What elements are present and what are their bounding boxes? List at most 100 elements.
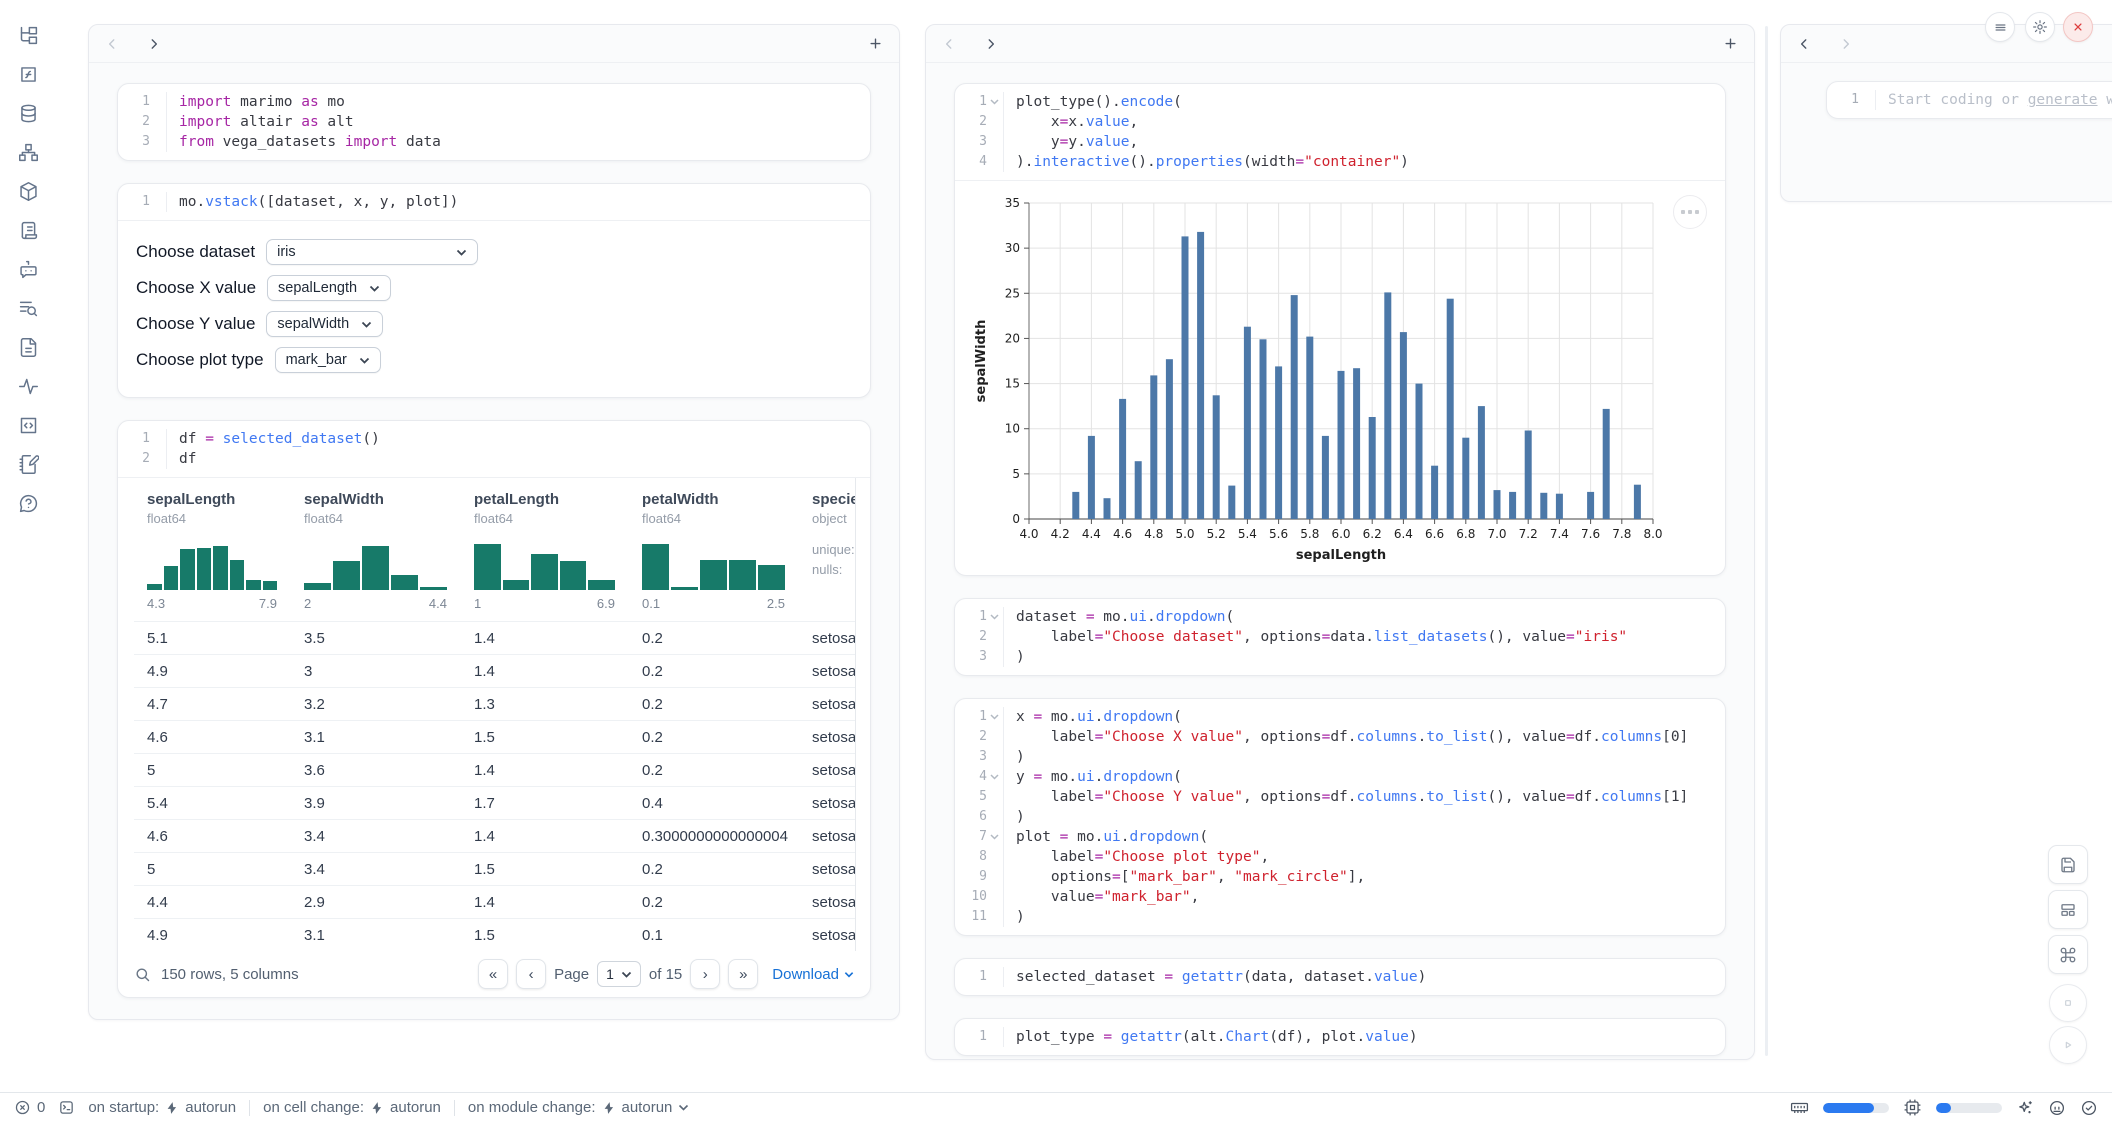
- dataframe-output: sepalLengthfloat644.37.9sepalWidthfloat6…: [118, 477, 870, 997]
- table-cell: 1.4: [461, 894, 629, 911]
- terminal-icon[interactable]: [58, 1099, 75, 1116]
- ai-chat-icon[interactable]: [15, 256, 41, 282]
- next-page-button[interactable]: ›: [690, 959, 720, 989]
- copilot-icon[interactable]: [2048, 1099, 2066, 1117]
- code-editor-df[interactable]: 1df = selected_dataset()2df: [118, 421, 870, 477]
- chevron-left-icon[interactable]: [105, 37, 119, 51]
- runtime-on-cell-change[interactable]: on cell change: autorun: [263, 1099, 441, 1116]
- column-histogram: [147, 538, 277, 590]
- table-row[interactable]: 4.63.41.40.3000000000000004setosa: [134, 819, 855, 852]
- ai-sparkles-icon[interactable]: [2016, 1099, 2034, 1117]
- download-button[interactable]: Download: [772, 966, 854, 983]
- search-icon[interactable]: [134, 966, 151, 983]
- svg-text:5.0: 5.0: [1175, 527, 1194, 541]
- column-header[interactable]: sepalWidthfloat6424.4: [291, 478, 461, 621]
- chevron-left-icon[interactable]: [1797, 37, 1811, 51]
- svg-text:7.8: 7.8: [1612, 527, 1631, 541]
- connected-check-icon[interactable]: [2080, 1099, 2098, 1117]
- gear-icon[interactable]: [2025, 12, 2055, 42]
- column-header[interactable]: petalLengthfloat6416.9: [461, 478, 629, 621]
- runtime-on-module-change[interactable]: on module change: autorun: [468, 1099, 689, 1116]
- table-cell: 3.1: [291, 729, 461, 746]
- code-editor-vstack[interactable]: 1mo.vstack([dataset, x, y, plot]): [118, 184, 870, 220]
- table-row[interactable]: 4.93.11.50.1setosa: [134, 918, 855, 951]
- layout-icon[interactable]: [2048, 890, 2088, 929]
- code-editor-plot[interactable]: 1plot_type().encode(2 x=x.value,3 y=y.va…: [955, 84, 1725, 180]
- errors-indicator[interactable]: 0: [14, 1099, 45, 1116]
- page-select[interactable]: 1: [597, 961, 641, 987]
- table-row[interactable]: 5.13.51.40.2setosa: [134, 621, 855, 654]
- form-row: Choose datasetiris: [136, 239, 852, 265]
- column-header[interactable]: speciesobjectunique:nulls:: [799, 478, 856, 621]
- chevron-right-icon[interactable]: [147, 37, 161, 51]
- dropdown-select[interactable]: sepalLength: [267, 275, 391, 301]
- code-editor-imports[interactable]: 1import marimo as mo2import altair as al…: [118, 84, 870, 160]
- column-histogram: [304, 538, 447, 590]
- svg-text:7.0: 7.0: [1487, 527, 1506, 541]
- snippets-icon[interactable]: [15, 412, 41, 438]
- last-page-button[interactable]: »: [728, 959, 758, 989]
- column-header[interactable]: petalWidthfloat640.12.5: [629, 478, 799, 621]
- first-page-button[interactable]: «: [478, 959, 508, 989]
- code-editor-empty[interactable]: 1 Start coding or generate with: [1827, 82, 2112, 118]
- file-explorer-icon[interactable]: [15, 22, 41, 48]
- menu-icon[interactable]: [1985, 12, 2015, 42]
- save-icon[interactable]: [2048, 845, 2088, 884]
- scripts-icon[interactable]: [15, 217, 41, 243]
- dropdown-select[interactable]: mark_bar: [275, 347, 381, 373]
- chevron-right-icon[interactable]: [1839, 37, 1853, 51]
- scratchpad-icon[interactable]: [15, 451, 41, 477]
- data-table: sepalLengthfloat644.37.9sepalWidthfloat6…: [134, 478, 856, 951]
- table-row[interactable]: 53.41.50.2setosa: [134, 852, 855, 885]
- notebook-column-1: 1import marimo as mo2import altair as al…: [88, 24, 900, 1020]
- cpu-icon: [1903, 1098, 1922, 1117]
- packages-icon[interactable]: [15, 178, 41, 204]
- code-editor-plottype[interactable]: 1plot_type = getattr(alt.Chart(df), plot…: [955, 1019, 1725, 1055]
- functions-icon[interactable]: [15, 61, 41, 87]
- column2-header: [926, 25, 1754, 63]
- datasources-icon[interactable]: [15, 100, 41, 126]
- table-row[interactable]: 4.63.11.50.2setosa: [134, 720, 855, 753]
- stop-icon[interactable]: [2049, 984, 2087, 1022]
- table-cell: setosa: [799, 696, 856, 713]
- prev-page-button[interactable]: ‹: [516, 959, 546, 989]
- chevron-left-icon[interactable]: [942, 37, 956, 51]
- help-icon[interactable]: [15, 490, 41, 516]
- add-cell-button[interactable]: [868, 36, 883, 51]
- add-cell-button[interactable]: [1723, 36, 1738, 51]
- column-header[interactable]: sepalLengthfloat644.37.9: [134, 478, 291, 621]
- table-row[interactable]: 4.931.40.2setosa: [134, 654, 855, 687]
- close-icon[interactable]: [2063, 12, 2093, 42]
- run-icon[interactable]: [2049, 1026, 2087, 1064]
- dropdown-select[interactable]: sepalWidth: [266, 311, 383, 337]
- dropdown-select[interactable]: iris: [266, 239, 478, 265]
- table-cell: 0.4: [629, 795, 799, 812]
- table-row[interactable]: 4.42.91.40.2setosa: [134, 885, 855, 918]
- svg-text:sepalWidth: sepalWidth: [974, 320, 989, 403]
- command-icon[interactable]: [2048, 935, 2088, 974]
- table-cell: 3.2: [291, 696, 461, 713]
- activity-sidebar: [0, 0, 56, 1092]
- table-row[interactable]: 4.73.21.30.2setosa: [134, 687, 855, 720]
- cell-actions-button[interactable]: [1673, 195, 1707, 229]
- documentation-icon[interactable]: [15, 334, 41, 360]
- table-row[interactable]: 53.61.40.2setosa: [134, 753, 855, 786]
- cell-plot: 1plot_type().encode(2 x=x.value,3 y=y.va…: [954, 83, 1726, 576]
- table-summary: 150 rows, 5 columns: [161, 966, 299, 983]
- bar-chart[interactable]: 4.04.24.44.64.85.05.25.45.65.86.06.26.46…: [971, 193, 1671, 565]
- svg-text:35: 35: [1005, 196, 1020, 210]
- table-cell: 1.4: [461, 828, 629, 845]
- code-editor-dataset[interactable]: 1dataset = mo.ui.dropdown(2 label="Choos…: [955, 599, 1725, 675]
- tracing-icon[interactable]: [15, 373, 41, 399]
- table-row[interactable]: 5.43.91.70.4setosa: [134, 786, 855, 819]
- column-resize-handle[interactable]: [1765, 26, 1768, 1056]
- code-editor-selected[interactable]: 1selected_dataset = getattr(data, datase…: [955, 959, 1725, 995]
- generate-ai-link[interactable]: generate: [2028, 92, 2098, 108]
- table-cell: setosa: [799, 630, 856, 647]
- logs-icon[interactable]: [15, 295, 41, 321]
- code-editor-xy[interactable]: 1x = mo.ui.dropdown(2 label="Choose X va…: [955, 699, 1725, 935]
- chevron-right-icon[interactable]: [984, 37, 998, 51]
- table-cell: 3.6: [291, 762, 461, 779]
- dependency-graph-icon[interactable]: [15, 139, 41, 165]
- runtime-on-startup[interactable]: on startup: autorun: [88, 1099, 236, 1116]
